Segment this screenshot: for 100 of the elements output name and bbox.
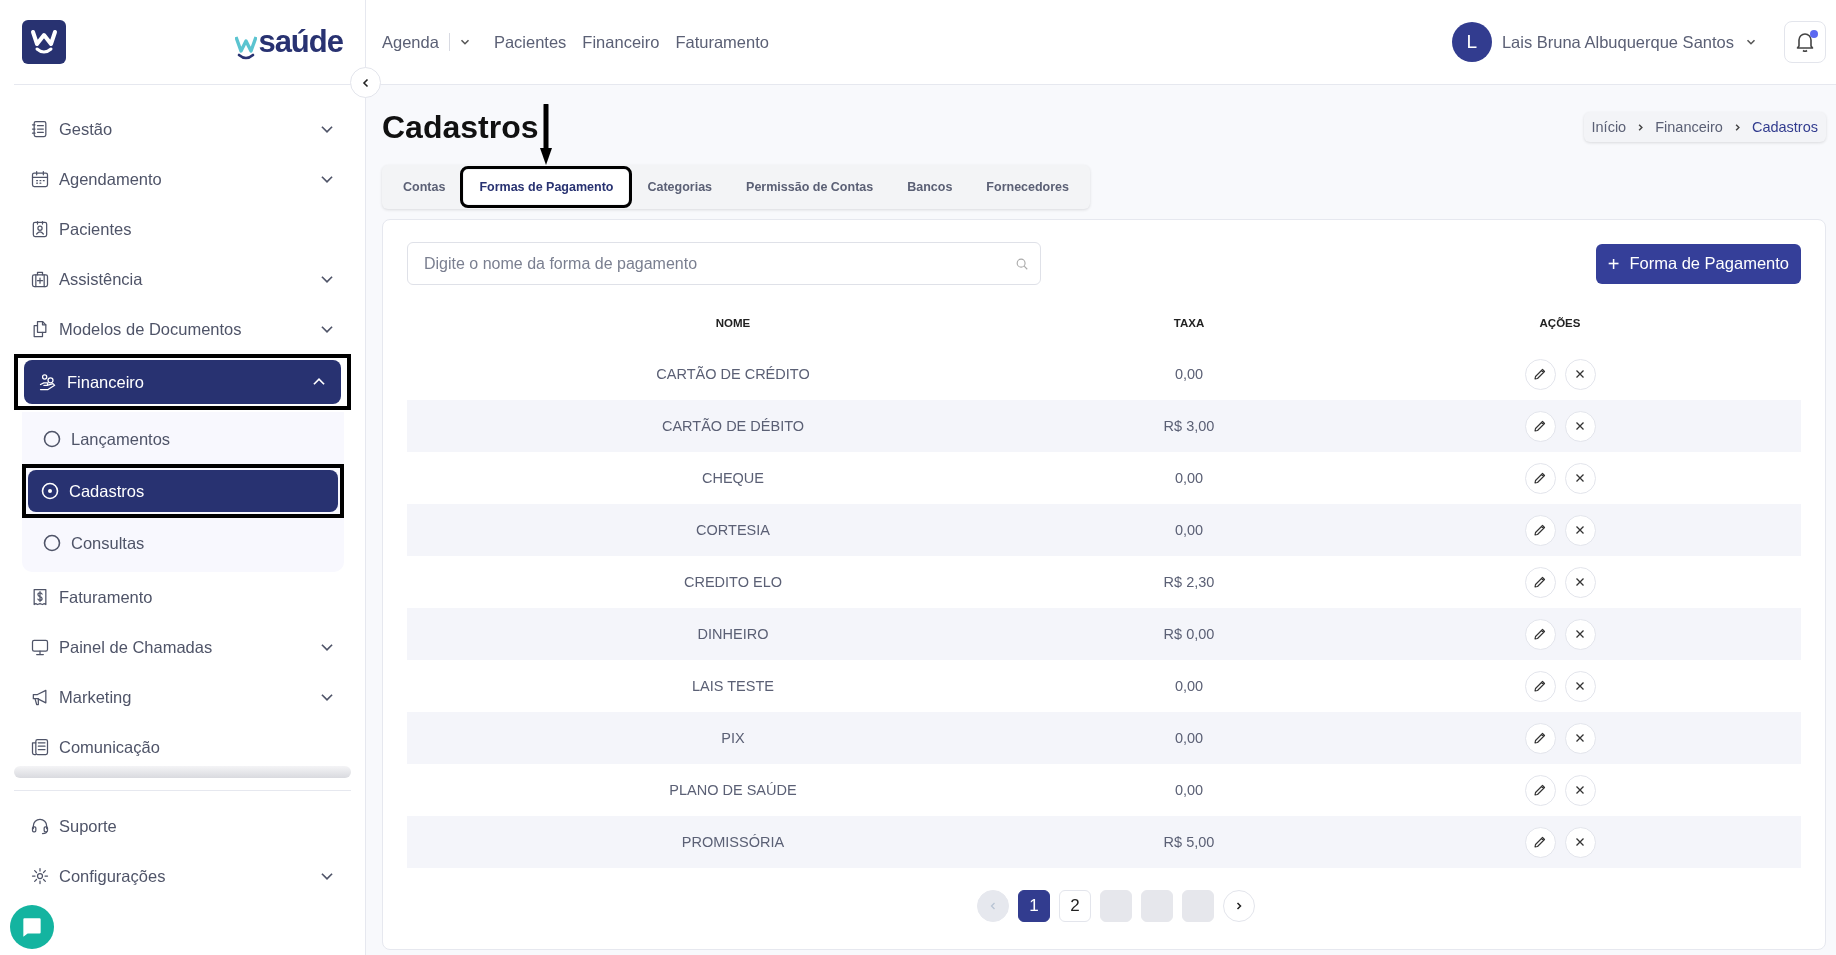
sidebar-item[interactable]: Faturamento xyxy=(14,572,351,622)
brand-logo: saúde xyxy=(235,22,343,62)
user-avatar[interactable]: L xyxy=(1451,22,1492,62)
hand-coins-icon xyxy=(38,372,58,392)
table-cell: 0,00 xyxy=(1174,730,1204,746)
submenu-item[interactable]: Consultas xyxy=(22,518,344,568)
edit-button[interactable] xyxy=(1524,514,1556,546)
pencil-icon xyxy=(1532,574,1548,590)
delete-button[interactable] xyxy=(1564,462,1596,494)
pencil-icon xyxy=(1532,626,1548,642)
table-cell: 0,00 xyxy=(1174,366,1204,382)
submenu-item[interactable]: Lançamentos xyxy=(22,414,344,464)
table-cell: R$ 5,00 xyxy=(1163,834,1215,850)
id-badge-icon xyxy=(30,219,50,239)
breadcrumb-link[interactable]: Cadastros xyxy=(1751,119,1818,135)
page-button[interactable]: 2 xyxy=(1059,890,1091,922)
delete-button[interactable] xyxy=(1564,358,1596,390)
table-cell: R$ 0,00 xyxy=(1163,626,1215,642)
breadcrumb-link[interactable]: Financeiro xyxy=(1655,119,1723,135)
edit-button[interactable] xyxy=(1524,358,1556,390)
radio-icon xyxy=(42,533,62,553)
search-icon xyxy=(1015,257,1029,271)
table-cell: 0,00 xyxy=(1174,782,1204,798)
table-cell: R$ 3,00 xyxy=(1163,418,1215,434)
add-payment-button[interactable]: + Forma de Pagamento xyxy=(1595,243,1801,284)
nav-link[interactable]: Financeiro xyxy=(582,32,660,52)
search-field[interactable]: Digite o nome da forma de pagamento xyxy=(407,242,1041,285)
pencil-icon xyxy=(1532,834,1548,850)
headset-icon xyxy=(30,816,50,836)
delete-button[interactable] xyxy=(1564,514,1596,546)
edit-button[interactable] xyxy=(1524,826,1556,858)
pencil-icon xyxy=(1532,730,1548,746)
logo-icon xyxy=(22,20,66,64)
sidebar-item[interactable]: Suporte xyxy=(14,801,351,851)
delete-button[interactable] xyxy=(1564,410,1596,442)
pencil-icon xyxy=(1532,678,1548,694)
table-cell: 0,00 xyxy=(1174,470,1204,486)
tab[interactable]: Contas xyxy=(388,170,461,204)
pencil-icon xyxy=(1532,782,1548,798)
nav-link[interactable]: Pacientes xyxy=(493,32,567,52)
tab[interactable]: Bancos xyxy=(892,170,968,204)
tab[interactable]: Fornecedores xyxy=(971,170,1085,204)
nav-link[interactable]: Agenda xyxy=(382,32,439,52)
monitor-icon xyxy=(30,637,50,657)
tab[interactable]: Permissão de Contas xyxy=(731,170,889,204)
sidebar-item[interactable]: Gestão xyxy=(14,104,351,154)
table-cell: 0,00 xyxy=(1174,522,1204,538)
edit-button[interactable] xyxy=(1524,670,1556,702)
edit-button[interactable] xyxy=(1524,462,1556,494)
submenu-item[interactable]: Cadastros xyxy=(22,464,344,518)
edit-button[interactable] xyxy=(1524,566,1556,598)
tab[interactable]: Categorias xyxy=(632,170,728,204)
table-cell: CHEQUE xyxy=(701,470,764,486)
radio-icon xyxy=(42,429,62,449)
table-cell: CARTÃO DE DÉBITO xyxy=(661,418,805,434)
delete-button[interactable] xyxy=(1564,774,1596,806)
table-cell: PIX xyxy=(721,730,745,746)
table-cell: CARTÃO DE CRÉDITO xyxy=(656,366,810,382)
table-cell: DINHEIRO xyxy=(697,626,769,642)
sidebar-item[interactable]: Painel de Chamadas xyxy=(14,622,351,672)
delete-button[interactable] xyxy=(1564,722,1596,754)
calendar-icon xyxy=(30,169,50,189)
sidebar-item[interactable]: Marketing xyxy=(14,672,351,722)
sidebar-item[interactable]: Assistência xyxy=(14,254,351,304)
edit-button[interactable] xyxy=(1524,722,1556,754)
medical-kit-icon xyxy=(30,269,50,289)
sidebar-item[interactable]: Configurações xyxy=(14,851,351,901)
next-page-button[interactable] xyxy=(1223,890,1255,922)
notifications-button[interactable] xyxy=(1784,21,1826,63)
breadcrumb-link[interactable]: Início xyxy=(1591,119,1627,135)
sidebar-item[interactable]: Comunicação xyxy=(14,722,351,772)
pencil-icon xyxy=(1532,366,1548,382)
chat-button[interactable] xyxy=(10,905,54,949)
column-header: NOME xyxy=(715,317,751,329)
column-header: AÇÕES xyxy=(1539,317,1581,329)
edit-button[interactable] xyxy=(1524,618,1556,650)
delete-button[interactable] xyxy=(1564,566,1596,598)
edit-button[interactable] xyxy=(1524,410,1556,442)
table-cell: R$ 2,30 xyxy=(1163,574,1215,590)
sidebar-item[interactable]: Financeiro xyxy=(14,354,351,410)
gear-icon xyxy=(30,866,50,886)
table-cell: PROMISSÓRIA xyxy=(681,834,785,850)
pencil-icon xyxy=(1532,522,1548,538)
sidebar-item[interactable]: Pacientes xyxy=(14,204,351,254)
table-cell: CORTESIA xyxy=(696,522,770,538)
delete-button[interactable] xyxy=(1564,826,1596,858)
user-name[interactable]: Lais Bruna Albuquerque Santos xyxy=(1501,32,1734,52)
sidebar-item[interactable]: Modelos de Documentos xyxy=(14,304,351,354)
table-cell: LAIS TESTE xyxy=(692,678,774,694)
page-button[interactable]: 1 xyxy=(1018,890,1050,922)
column-header: TAXA xyxy=(1173,317,1205,329)
nav-link[interactable]: Faturamento xyxy=(675,32,769,52)
radio-selected-icon xyxy=(40,481,60,501)
pencil-icon xyxy=(1532,470,1548,486)
newspaper-icon xyxy=(30,737,50,757)
sidebar-item[interactable]: Agendamento xyxy=(14,154,351,204)
delete-button[interactable] xyxy=(1564,670,1596,702)
delete-button[interactable] xyxy=(1564,618,1596,650)
edit-button[interactable] xyxy=(1524,774,1556,806)
collapse-button[interactable] xyxy=(350,67,381,98)
